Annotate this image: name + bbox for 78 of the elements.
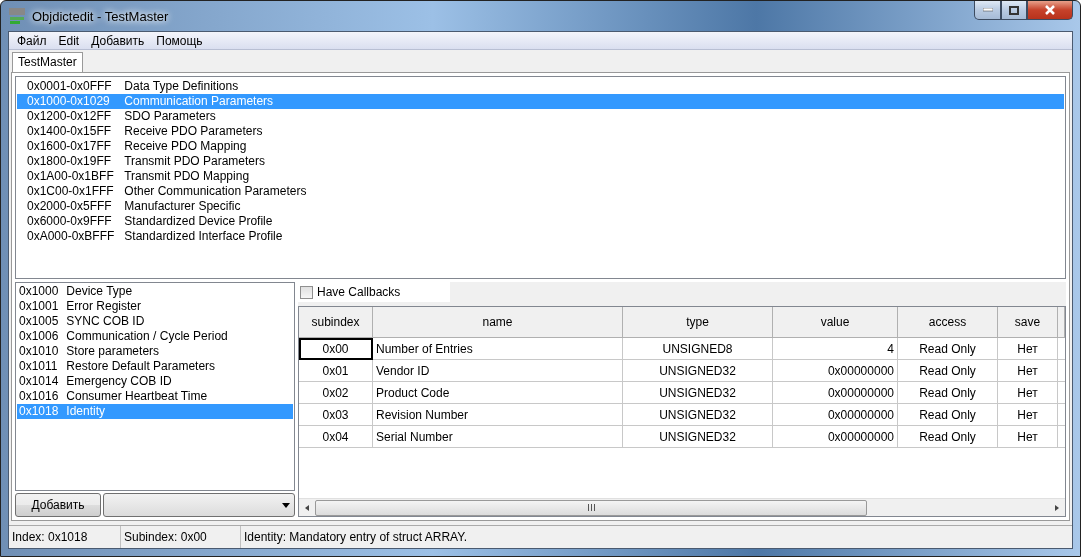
dropdown[interactable] <box>103 493 295 517</box>
add-button[interactable]: Добавить <box>15 493 101 517</box>
table-cell[interactable]: UNSIGNED32 <box>623 382 773 404</box>
table-cell[interactable]: 0x00000000 <box>773 360 898 382</box>
status-text: Identity: Mandatory entry of struct ARRAY. <box>243 529 468 546</box>
table-cell[interactable]: 0x00 <box>299 338 373 360</box>
range-list-item[interactable]: 0x1600-0x17FF Receive PDO Mapping <box>17 139 1064 154</box>
status-text: Subindex: 0x00 <box>121 526 241 548</box>
table-cell[interactable]: 0x02 <box>299 382 373 404</box>
table-cell[interactable]: Read Only <box>898 404 998 426</box>
table-cell[interactable]: UNSIGNED32 <box>623 404 773 426</box>
caret-icon <box>282 502 290 508</box>
grip-icon <box>586 504 596 511</box>
index-list-item[interactable]: 0x1001 Error Register <box>17 299 293 314</box>
table-cell[interactable]: UNSIGNED32 <box>623 360 773 382</box>
minimize-icon <box>982 8 993 12</box>
app-icon <box>8 7 26 25</box>
tab[interactable]: TestMaster <box>12 52 83 72</box>
column-header[interactable]: value <box>773 307 898 338</box>
checkbox-label: Have Callbacks <box>317 285 401 299</box>
close-icon <box>1044 5 1056 15</box>
table-cell[interactable]: 4 <box>773 338 898 360</box>
table-cell[interactable]: Нет <box>998 404 1058 426</box>
column-header[interactable]: save <box>998 307 1058 338</box>
table-cell[interactable]: Vendor ID <box>373 360 623 382</box>
table-cell[interactable]: Product Code <box>373 382 623 404</box>
table-cell[interactable]: Read Only <box>898 338 998 360</box>
column-header[interactable]: name <box>373 307 623 338</box>
have-callbacks-checkbox[interactable]: Have Callbacks <box>298 282 450 302</box>
table-cell[interactable]: 0x03 <box>299 404 373 426</box>
maximize-icon <box>1009 5 1019 15</box>
range-list-item[interactable]: 0x0001-0x0FFF Data Type Definitions <box>17 79 1064 94</box>
index-list-item[interactable]: 0x1014 Emergency COB ID <box>17 374 293 389</box>
table-cell[interactable]: Read Only <box>898 426 998 448</box>
table-cell[interactable]: Read Only <box>898 360 998 382</box>
close-button[interactable] <box>1027 1 1073 20</box>
table-cell[interactable]: UNSIGNED32 <box>623 426 773 448</box>
index-list-item[interactable]: 0x1005 SYNC COB ID <box>17 314 293 329</box>
menu-item[interactable]: Добавить <box>85 33 151 48</box>
table-cell[interactable]: Нет <box>998 338 1058 360</box>
index-list-item[interactable]: 0x1011 Restore Default Parameters <box>17 359 293 374</box>
table-cell[interactable]: Нет <box>998 426 1058 448</box>
horizontal-scrollbar[interactable] <box>299 498 1065 516</box>
index-list-item[interactable]: 0x1016 Consumer Heartbeat Time <box>17 389 293 404</box>
index-list-item[interactable]: 0x1010 Store parameters <box>17 344 293 359</box>
maximize-button[interactable] <box>1001 1 1027 20</box>
range-list-item[interactable]: 0x1400-0x15FF Receive PDO Parameters <box>17 124 1064 139</box>
table-cell[interactable]: Number of Entries <box>373 338 623 360</box>
range-list-item[interactable]: 0x1200-0x12FF SDO Parameters <box>17 109 1064 124</box>
range-list-item[interactable]: 0x1800-0x19FF Transmit PDO Parameters <box>17 154 1064 169</box>
scroll-thumb[interactable] <box>315 499 867 516</box>
table-cell[interactable]: Нет <box>998 382 1058 404</box>
range-list-item[interactable]: 0x1C00-0x1FFF Other Communication Parameters <box>17 184 1064 199</box>
table-cell[interactable]: UNSIGNED8 <box>623 338 773 360</box>
window-title: Objdictedit - TestMaster <box>32 8 169 24</box>
index-list-item[interactable]: 0x1000 Device Type <box>17 284 293 299</box>
range-list-item[interactable]: 0xA000-0xBFFF Standardized Interface Profile <box>17 229 1064 244</box>
column-header[interactable]: type <box>623 307 773 338</box>
table-cell[interactable]: 0x00000000 <box>773 404 898 426</box>
column-header[interactable]: subindex <box>299 307 373 338</box>
menu-item[interactable]: Помощь <box>150 33 209 48</box>
table-cell[interactable]: Serial Number <box>373 426 623 448</box>
table-cell[interactable]: Revision Number <box>373 404 623 426</box>
range-list-item[interactable]: 0x6000-0x9FFF Standardized Device Profile <box>17 214 1064 229</box>
range-list-item[interactable]: 0x2000-0x5FFF Manufacturer Specific <box>17 199 1064 214</box>
menu-item[interactable]: Edit <box>52 33 86 48</box>
table-cell[interactable]: 0x04 <box>299 426 373 448</box>
column-header[interactable]: access <box>898 307 998 338</box>
table-cell[interactable]: 0x00000000 <box>773 382 898 404</box>
menu-item[interactable]: Файл <box>11 33 53 48</box>
status-text: Index: 0x1018 <box>9 526 121 548</box>
table-cell[interactable]: 0x01 <box>299 360 373 382</box>
table-cell[interactable]: 0x00000000 <box>773 426 898 448</box>
index-list-item[interactable]: 0x1006 Communication / Cycle Period <box>17 329 293 344</box>
table-cell[interactable]: Read Only <box>898 382 998 404</box>
table-cell[interactable]: Нет <box>998 360 1058 382</box>
minimize-button[interactable] <box>974 1 1001 20</box>
range-list-item[interactable]: 0x1A00-0x1BFF Transmit PDO Mapping <box>17 169 1064 184</box>
